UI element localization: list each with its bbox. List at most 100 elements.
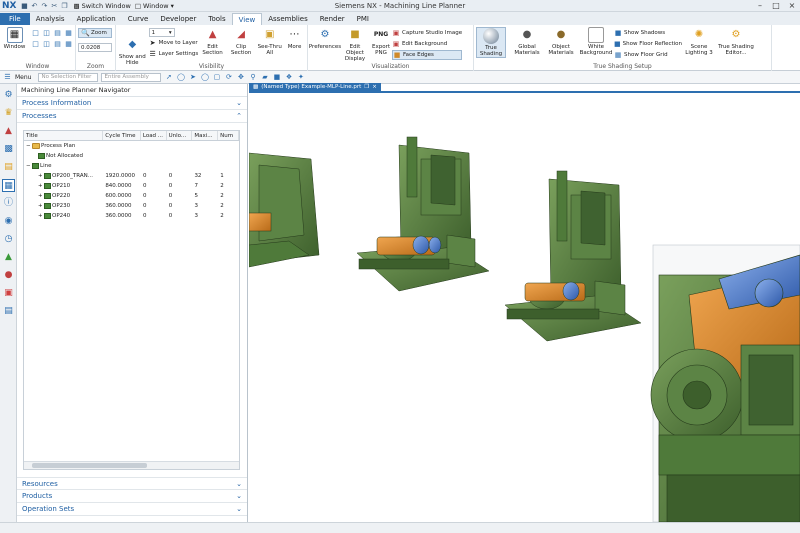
section-products[interactable]: Products ⌄ <box>17 490 247 503</box>
expand-icon[interactable]: − <box>26 161 31 171</box>
history-icon[interactable]: ◷ <box>2 233 15 246</box>
part-tab[interactable]: ▩ (Named Type) Example-MLP-Line.prt ❐ × <box>249 83 381 92</box>
machine-op210[interactable] <box>356 136 490 292</box>
section-resources[interactable]: Resources ⌄ <box>17 477 247 490</box>
export-png-button[interactable]: PNG Export PNG <box>370 27 392 57</box>
orient-icon[interactable]: ▰ <box>260 73 269 82</box>
expand-icon[interactable]: + <box>38 211 43 221</box>
horizontal-scrollbar[interactable] <box>24 461 239 469</box>
part-navigator-icon[interactable]: ▩ <box>2 143 15 156</box>
move-to-layer-button[interactable]: ➤ Move to Layer <box>149 38 199 48</box>
layout-1-icon[interactable]: □ <box>31 29 40 38</box>
close-icon[interactable]: × <box>372 83 377 92</box>
tab-analysis[interactable]: Analysis <box>30 13 71 25</box>
col-unload[interactable]: Unlo... <box>167 131 193 140</box>
table-row[interactable]: + OP220 600.0000 0 0 5 2 <box>24 191 239 201</box>
white-background-button[interactable]: White Background <box>578 27 614 56</box>
tab-assemblies[interactable]: Assemblies <box>262 13 314 25</box>
close-icon[interactable]: × <box>784 1 800 10</box>
layout-8-icon[interactable]: ▦ <box>64 40 73 49</box>
expand-icon[interactable]: + <box>38 181 43 191</box>
machining-line-planner-icon[interactable]: ▦ <box>2 179 15 192</box>
roles-icon[interactable]: ● <box>2 269 15 282</box>
tab-pmi[interactable]: PMI <box>351 13 375 25</box>
point-icon[interactable]: ✦ <box>296 73 305 82</box>
global-materials-button[interactable]: ● Global Materials <box>510 27 544 57</box>
tab-application[interactable]: Application <box>71 13 122 25</box>
table-row[interactable]: + OP240 360.0000 0 0 3 2 <box>24 211 239 221</box>
maximize-icon[interactable]: □ <box>768 1 784 10</box>
col-cycle-time[interactable]: Cycle Time <box>103 131 141 140</box>
section-processes[interactable]: Processes ⌃ <box>17 110 247 123</box>
redo-icon[interactable]: ↷ <box>40 2 48 10</box>
cut-icon[interactable]: ✂ <box>50 2 58 10</box>
settings-icon[interactable]: ⚙ <box>2 89 15 102</box>
snap-icon[interactable]: ❖ <box>284 73 293 82</box>
zoom-value-field[interactable]: 0.0208 <box>78 43 112 52</box>
scrollbar-thumb[interactable] <box>32 463 147 468</box>
tab-tools[interactable]: Tools <box>202 13 231 25</box>
layer-field[interactable]: 1 ▾ <box>148 28 175 37</box>
true-shading-editor-button[interactable]: ⚙ True Shading Editor... <box>716 27 756 57</box>
table-row[interactable]: + OP200_TRAN... 1920.0000 0 0 32 1 <box>24 171 239 181</box>
col-num[interactable]: Num <box>218 131 239 140</box>
3d-scene[interactable] <box>249 95 800 522</box>
table-row[interactable]: + OP230 360.0000 0 0 3 2 <box>24 201 239 211</box>
face-edges-toggle[interactable]: ■ Face Edges <box>392 50 463 60</box>
show-floor-reflection-toggle[interactable]: ■ Show Floor Reflection <box>614 39 682 49</box>
expand-icon[interactable]: + <box>38 201 43 211</box>
palette-icon[interactable]: ▤ <box>2 305 15 318</box>
zoom-view-icon[interactable]: ⚲ <box>248 73 257 82</box>
col-load[interactable]: Load ... <box>141 131 167 140</box>
layer-settings-button[interactable]: ☰ Layer Settings <box>149 49 198 59</box>
clip-section-button[interactable]: ◢ Clip Section <box>227 27 256 57</box>
true-shading-button[interactable]: True Shading <box>476 27 506 58</box>
restore-icon[interactable]: ❐ <box>364 83 369 92</box>
more-button[interactable]: ⋯ More <box>284 27 305 51</box>
layout-2-icon[interactable]: ◫ <box>42 29 51 38</box>
reuse-library-icon[interactable]: ▤ <box>2 161 15 174</box>
table-row[interactable]: + OP210 840.0000 0 0 7 2 <box>24 181 239 191</box>
pan-icon[interactable]: ✥ <box>236 73 245 82</box>
tab-render[interactable]: Render <box>314 13 351 25</box>
machine-op200[interactable] <box>249 152 320 268</box>
switch-window-button[interactable]: ▩ Switch Window <box>73 2 130 10</box>
lasso-icon[interactable]: ◯ <box>200 73 209 82</box>
info-icon[interactable]: ⓘ <box>2 197 15 210</box>
minimize-icon[interactable]: – <box>752 1 768 10</box>
object-materials-button[interactable]: ● Object Materials <box>544 27 578 57</box>
rotate-icon[interactable]: ⟳ <box>224 73 233 82</box>
filter-icon[interactable]: ◯ <box>176 73 185 82</box>
see-thru-button[interactable]: ▣ See-Thru All <box>255 27 284 57</box>
fit-icon[interactable]: ▢ <box>212 73 221 82</box>
layout-7-icon[interactable]: ▤ <box>53 40 62 49</box>
menu-button[interactable]: Menu <box>15 74 31 81</box>
tab-developer[interactable]: Developer <box>154 13 202 25</box>
graphics-window[interactable]: ▩ (Named Type) Example-MLP-Line.prt ❐ × <box>249 83 800 522</box>
col-title[interactable]: Title <box>24 131 104 140</box>
col-max[interactable]: Maxi... <box>192 131 219 140</box>
layout-4-icon[interactable]: ▦ <box>64 29 73 38</box>
select-icon[interactable]: ➚ <box>164 73 173 82</box>
web-browser-icon[interactable]: ◉ <box>2 215 15 228</box>
preferences-button[interactable]: ⚙ Preferences <box>309 27 341 51</box>
machine-op220[interactable] <box>504 170 642 342</box>
show-shadows-toggle[interactable]: ■ Show Shadows <box>614 28 682 38</box>
expand-icon[interactable]: + <box>38 171 43 181</box>
show-hide-button[interactable]: ◆ Show and Hide <box>118 37 147 67</box>
machine-op230-closeup[interactable] <box>650 244 800 522</box>
save-icon[interactable]: ■ <box>20 2 28 10</box>
edit-background-button[interactable]: ▣ Edit Background <box>392 39 462 49</box>
tab-file[interactable]: File <box>0 13 30 25</box>
constraint-navigator-icon[interactable]: ▲ <box>2 125 15 138</box>
tab-view[interactable]: View <box>231 13 263 25</box>
layout-6-icon[interactable]: ◫ <box>42 40 51 49</box>
tab-curve[interactable]: Curve <box>122 13 155 25</box>
edit-section-button[interactable]: ▲ Edit Section <box>198 27 227 57</box>
window-menu[interactable]: □ Window ▾ <box>135 2 174 10</box>
menu-icon[interactable]: ☰ <box>3 73 12 82</box>
process-studio-icon[interactable]: ▲ <box>2 251 15 264</box>
table-row[interactable]: − Line <box>24 161 239 171</box>
section-process-information[interactable]: Process Information ⌄ <box>17 97 247 110</box>
undo-icon[interactable]: ↶ <box>30 2 38 10</box>
